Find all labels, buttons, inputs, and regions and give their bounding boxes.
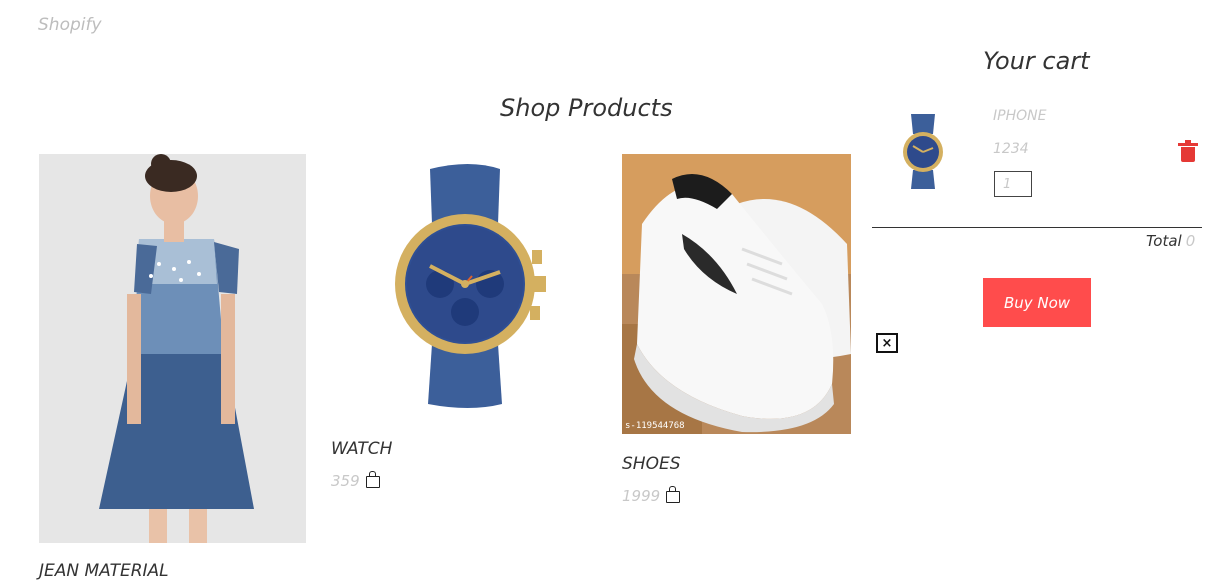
quantity-input[interactable] bbox=[994, 171, 1032, 197]
product-image-watch[interactable] bbox=[370, 154, 570, 414]
total-label: Total bbox=[1146, 232, 1182, 250]
price-value: 359 bbox=[331, 472, 360, 490]
brand-logo[interactable]: Shopify bbox=[38, 15, 102, 35]
product-name: SHOES bbox=[622, 454, 681, 474]
shopping-bag-icon[interactable] bbox=[666, 486, 681, 503]
cart-item-image bbox=[897, 112, 949, 190]
image-watermark: s-119544768 bbox=[625, 421, 685, 431]
close-box-icon[interactable]: × bbox=[876, 333, 898, 353]
product-price: 359 bbox=[331, 471, 380, 490]
cart-title: Your cart bbox=[983, 47, 1090, 75]
cart-watch-thumbnail bbox=[897, 112, 949, 190]
product-name: WATCH bbox=[331, 439, 393, 459]
buy-now-button[interactable]: Buy Now bbox=[983, 278, 1091, 327]
product-image-dress[interactable] bbox=[39, 154, 306, 543]
cart-total: Total 0 bbox=[1146, 232, 1195, 250]
shoes-image bbox=[622, 154, 851, 434]
trash-icon[interactable] bbox=[1178, 140, 1198, 162]
product-name: JEAN MATERIAL bbox=[39, 561, 169, 581]
cart-item-name: IPHONE bbox=[993, 108, 1047, 124]
shopping-bag-icon[interactable] bbox=[365, 471, 380, 488]
watch-image bbox=[370, 154, 570, 414]
cart-item-price: 1234 bbox=[993, 141, 1029, 157]
cart-divider bbox=[872, 227, 1202, 228]
product-price: 1999 bbox=[622, 486, 681, 505]
dress-image bbox=[39, 154, 306, 543]
product-image-shoes[interactable]: s-119544768 bbox=[622, 154, 851, 434]
page-title: Shop Products bbox=[500, 94, 673, 122]
total-value: 0 bbox=[1185, 232, 1196, 250]
price-value: 1999 bbox=[622, 487, 661, 505]
